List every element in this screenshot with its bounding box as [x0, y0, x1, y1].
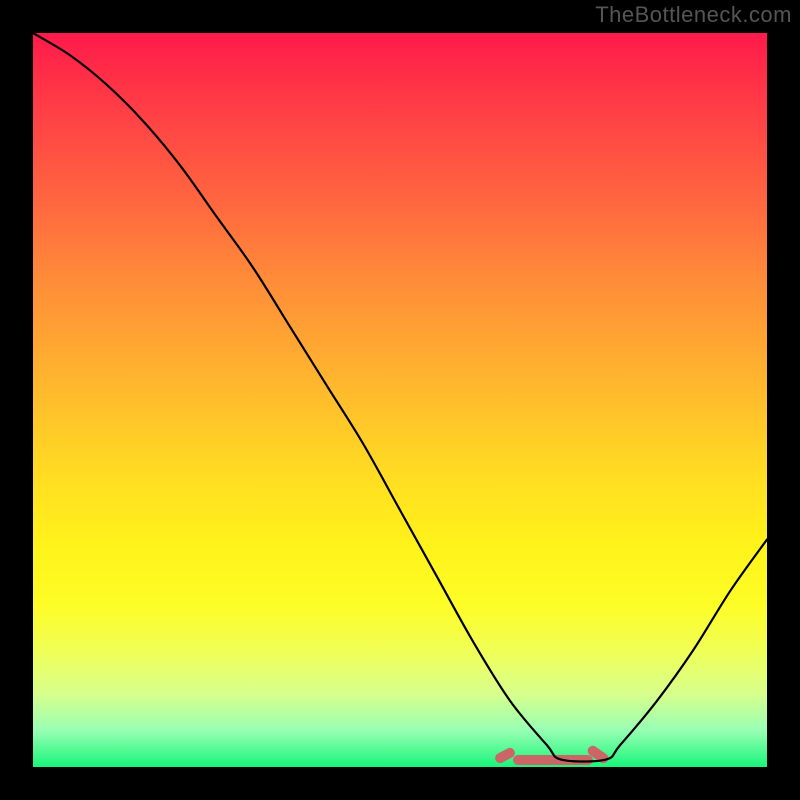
plot-area	[33, 33, 767, 767]
plot-inner	[33, 33, 767, 767]
bottleneck-curve-path	[33, 33, 767, 762]
bottleneck-curve-svg	[33, 33, 767, 767]
watermark-text: TheBottleneck.com	[595, 2, 792, 28]
chart-frame: TheBottleneck.com	[0, 0, 800, 800]
